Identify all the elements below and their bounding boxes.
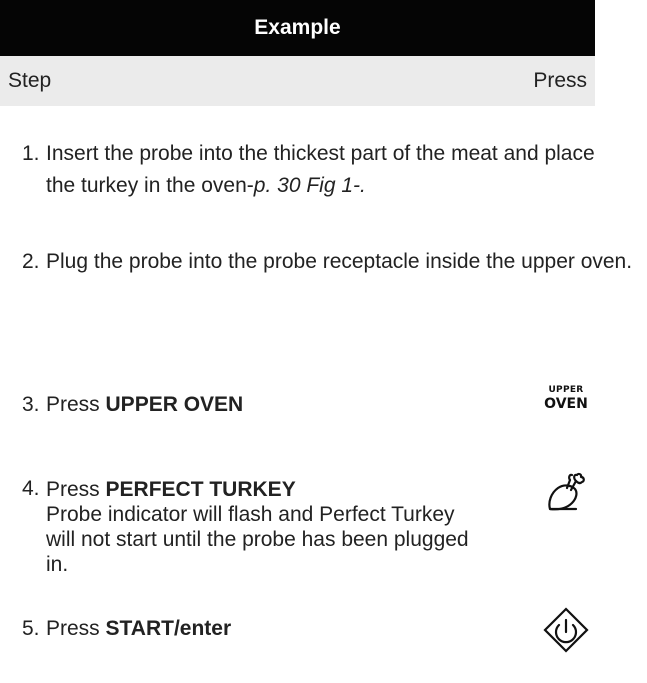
step-text: Plug the probe into the probe receptacle… (46, 250, 633, 273)
column-headers: Step Press (0, 56, 595, 106)
step-4: 4. Press PERFECT TURKEY Probe indicator … (22, 473, 482, 577)
step-2: 2. Plug the probe into the probe recepta… (22, 246, 647, 278)
start-diamond-icon (543, 607, 589, 653)
step-detail: Probe indicator will flash and Perfect T… (46, 503, 469, 576)
step-text: Insert the probe into the thickest part … (46, 138, 622, 202)
column-header-step: Step (8, 69, 52, 92)
step-number: 5. (22, 617, 40, 640)
step-text: Press PERFECT TURKEY Probe indicator wil… (46, 477, 482, 577)
upper-oven-key-line1: UPPER (548, 385, 584, 395)
step-text: Press START/enter (46, 613, 472, 645)
step-5: 5. Press START/enter (22, 613, 472, 645)
key-name: UPPER OVEN (105, 393, 244, 416)
key-name: START/enter (105, 617, 232, 640)
column-header-press: Press (533, 69, 587, 92)
step-1: 1. Insert the probe into the thickest pa… (22, 138, 622, 202)
step-prefix: Press (46, 617, 106, 640)
step-text: Press UPPER OVEN (46, 389, 472, 421)
step-number: 1. (22, 142, 40, 165)
header-title-text: Example (254, 16, 341, 39)
step-3: 3. Press UPPER OVEN (22, 389, 472, 421)
step-number: 4. (22, 477, 40, 500)
step-prefix: Press (46, 393, 106, 416)
step-number: 2. (22, 250, 40, 273)
table-header-title: Example (0, 0, 595, 56)
page-reference: p. 30 Fig 1-. (253, 174, 366, 197)
key-name: PERFECT TURKEY (105, 478, 296, 501)
step-prefix: Press (46, 478, 106, 501)
upper-oven-key-icon: UPPER OVEN (541, 385, 591, 412)
turkey-icon (548, 472, 585, 511)
step-number: 3. (22, 393, 40, 416)
upper-oven-key-line2: OVEN (544, 396, 588, 412)
